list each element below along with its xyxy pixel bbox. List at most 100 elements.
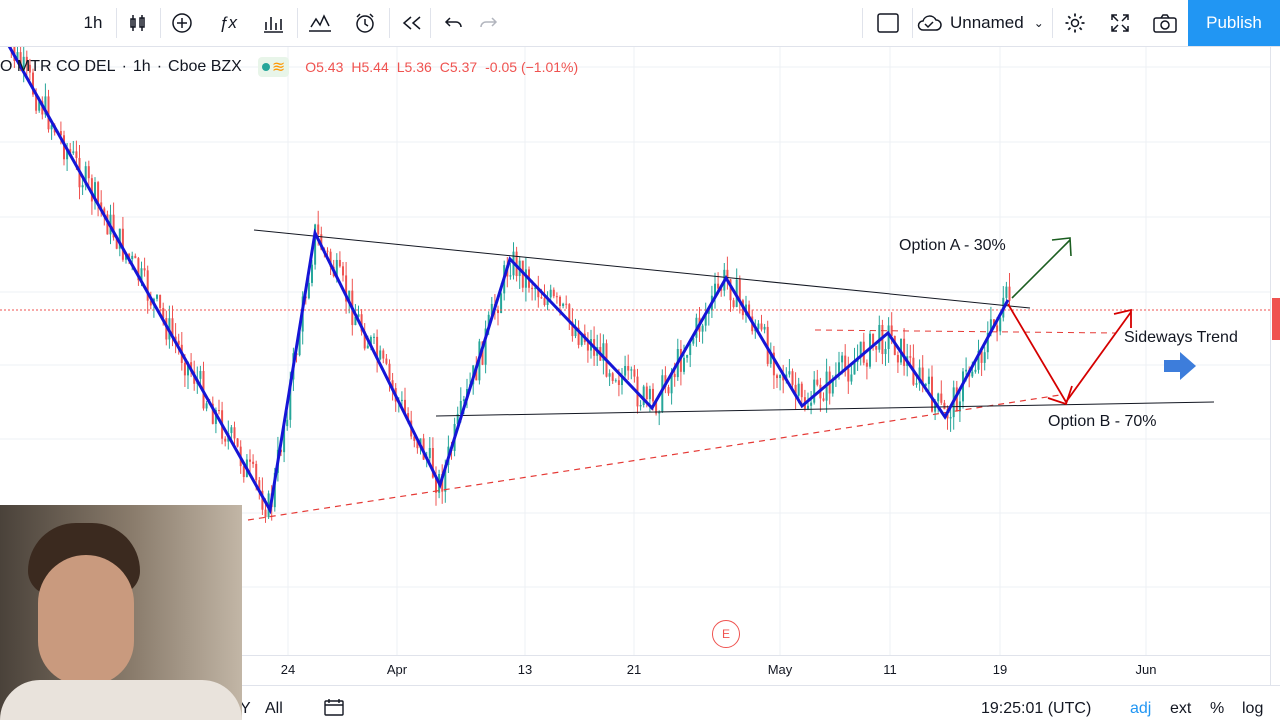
option-a-label[interactable]: Option A - 30%: [899, 237, 1006, 255]
alert-icon[interactable]: [345, 4, 385, 42]
candle-body: [764, 327, 766, 330]
candle-body: [199, 371, 201, 379]
redo-icon[interactable]: [468, 4, 508, 42]
top-toolbar: 1h ƒx Unnamed ⌄ Publi: [0, 0, 1280, 47]
candle-body: [643, 386, 645, 405]
layout-name-button[interactable]: Unnamed ⌄: [916, 4, 1050, 42]
candle-body: [367, 346, 369, 349]
market-status-badge[interactable]: ≋: [258, 57, 289, 77]
candle-body: [385, 359, 387, 364]
candle-body: [550, 290, 552, 298]
webcam-presenter-face: [38, 555, 134, 685]
candle-body: [234, 427, 236, 438]
legend-symbol[interactable]: O MTR CO DEL: [0, 58, 116, 76]
toolbar-divider: [297, 8, 298, 38]
candle-body: [230, 427, 232, 433]
candle-body: [156, 295, 158, 299]
percent-toggle[interactable]: %: [1210, 700, 1224, 718]
candle-body: [739, 280, 741, 301]
log-toggle[interactable]: log: [1242, 700, 1263, 718]
candle-body: [206, 403, 208, 408]
candle-body: [686, 355, 688, 358]
layout-square-icon[interactable]: [866, 4, 910, 42]
candle-body: [885, 349, 887, 354]
time-tick: 13: [518, 662, 532, 677]
option-a-arrow: [1012, 240, 1070, 298]
interval-button[interactable]: 1h: [72, 4, 114, 42]
camera-icon[interactable]: [1145, 4, 1185, 42]
publish-button[interactable]: Publish: [1188, 0, 1280, 46]
fx-icon[interactable]: ƒx: [208, 4, 248, 42]
candle-body: [243, 466, 245, 477]
settings-icon[interactable]: [1055, 4, 1095, 42]
utc-clock[interactable]: 19:25:01 (UTC): [981, 700, 1091, 718]
symbol-legend[interactable]: O MTR CO DEL · 1h · Cboe BZX ≋ O5.43 H5.…: [0, 56, 578, 78]
candle-body: [184, 363, 186, 375]
blue-zigzag-line: [0, 47, 1008, 510]
price-scale[interactable]: [1270, 47, 1280, 685]
time-tick: 21: [627, 662, 641, 677]
candle-body: [373, 337, 375, 338]
ext-toggle[interactable]: ext: [1170, 700, 1191, 718]
candle-body: [627, 366, 629, 371]
candle-body: [553, 290, 555, 296]
option-b-label[interactable]: Option B - 70%: [1048, 413, 1157, 431]
candle-body: [652, 389, 654, 401]
candle-body: [144, 268, 146, 270]
candle-body: [683, 358, 685, 372]
candle-body: [382, 350, 384, 358]
candle-body: [903, 339, 905, 366]
compare-icon[interactable]: [253, 4, 293, 42]
candle-body: [950, 417, 952, 418]
dashed-resistance-line: [815, 330, 1115, 333]
candle-body: [999, 318, 1001, 332]
candle-body: [788, 371, 790, 374]
candle-body: [649, 389, 651, 399]
legend-open: O5.43: [305, 59, 343, 75]
range-all-button[interactable]: All: [265, 700, 283, 718]
fullscreen-icon[interactable]: [1100, 4, 1140, 42]
candle-body: [308, 283, 310, 298]
candle-body: [1005, 287, 1007, 298]
candle-body: [974, 370, 976, 372]
candle-body: [937, 394, 939, 402]
candle-body: [624, 366, 626, 376]
candle-body: [237, 438, 239, 446]
candle-body: [339, 260, 341, 266]
candle-body: [792, 371, 794, 385]
drawing-overlays: [0, 47, 1270, 520]
candle-body: [816, 380, 818, 385]
candle-body: [971, 372, 973, 377]
calendar-icon[interactable]: [324, 698, 344, 721]
candle-body: [646, 386, 648, 399]
candle-body: [640, 405, 642, 406]
candle-body: [757, 324, 759, 329]
time-tick: 11: [883, 662, 897, 677]
toolbar-divider: [160, 8, 161, 38]
candle-body: [897, 355, 899, 363]
toolbar-divider: [430, 8, 431, 38]
candles-icon[interactable]: [118, 4, 158, 42]
add-indicator-icon[interactable]: [162, 4, 202, 42]
legend-low: L5.36: [397, 59, 432, 75]
market-open-dot-icon: [262, 63, 270, 71]
sideways-trend-label[interactable]: Sideways Trend: [1124, 329, 1238, 347]
cloud-icon: [916, 14, 942, 32]
candle-body: [668, 387, 670, 393]
indicators-icon[interactable]: [300, 4, 340, 42]
candle-body: [823, 398, 825, 400]
candle-body: [286, 420, 288, 426]
candle-body: [342, 266, 344, 275]
earnings-marker[interactable]: E: [712, 620, 740, 648]
toolbar-divider: [912, 8, 913, 38]
adj-toggle[interactable]: adj: [1130, 700, 1151, 718]
candle-body: [1009, 287, 1011, 301]
legend-interval: 1h: [133, 58, 151, 76]
candle-body: [131, 256, 133, 259]
replay-icon[interactable]: [392, 4, 432, 42]
candle-body: [984, 352, 986, 363]
option-a-arrowhead: [1052, 238, 1071, 256]
candle-body: [776, 375, 778, 378]
candle-body: [844, 356, 846, 369]
candle-body: [996, 325, 998, 331]
